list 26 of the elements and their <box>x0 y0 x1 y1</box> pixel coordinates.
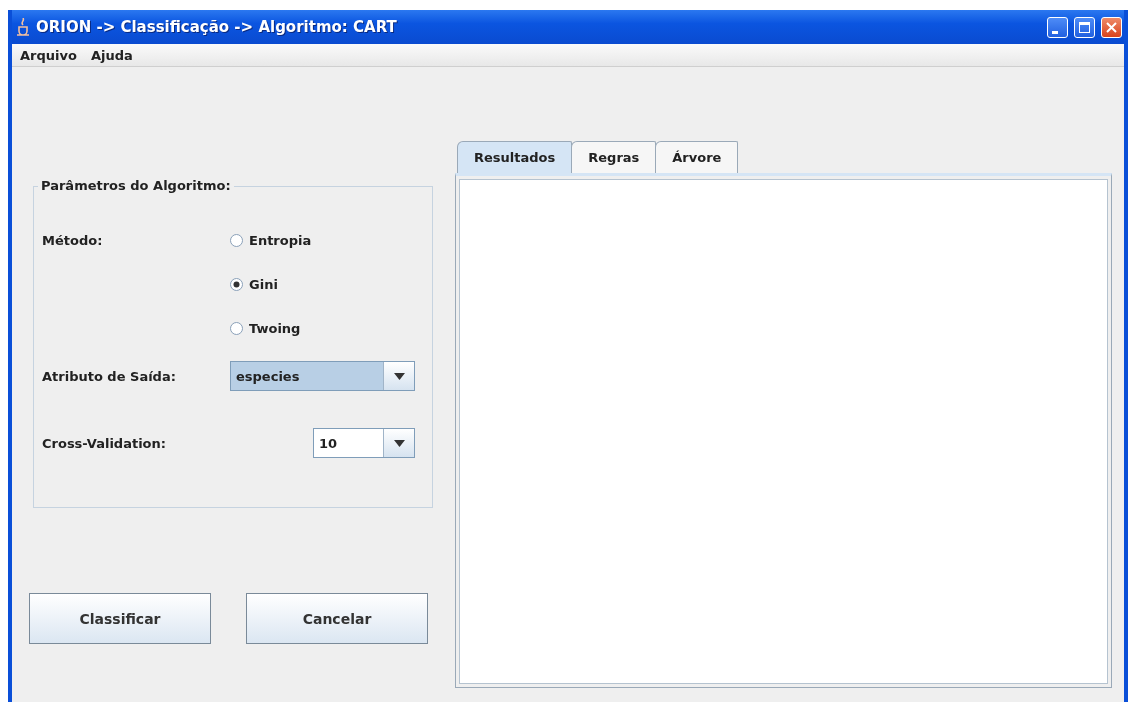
caret-icon <box>393 439 405 447</box>
close-button[interactable] <box>1101 16 1122 38</box>
radio-option[interactable]: Twoing <box>230 321 312 336</box>
menu-item[interactable]: Arquivo <box>20 47 77 63</box>
dropdown[interactable]: 10 <box>313 428 415 458</box>
menu-item[interactable]: Ajuda <box>90 47 133 63</box>
java-cup-icon <box>16 18 30 36</box>
close-icon <box>1106 21 1117 33</box>
tab[interactable]: Árvore <box>655 141 739 173</box>
minimize-button[interactable] <box>1047 16 1068 38</box>
window-title: ORION -> Classificação -> Algoritmo: CART <box>36 18 398 36</box>
radio-option[interactable]: Gini <box>230 277 312 292</box>
method-label: Método: <box>42 233 104 248</box>
maximize-button[interactable] <box>1074 16 1095 38</box>
group-title: Parâmetros do Algoritmo: <box>38 178 234 193</box>
action-button[interactable]: Cancelar <box>246 593 428 644</box>
radio-option[interactable]: Entropia <box>230 233 312 248</box>
tab[interactable]: Resultados <box>457 141 573 173</box>
action-button[interactable]: Classificar <box>29 593 211 644</box>
maximize-icon <box>1079 21 1090 33</box>
dropdown[interactable]: especies <box>230 361 415 391</box>
tab[interactable]: Regras <box>571 141 657 173</box>
field-label: Atributo de Saída: <box>42 368 177 384</box>
field-label: Cross-Validation: <box>42 435 167 451</box>
caret-icon <box>393 372 405 380</box>
minimize-icon <box>1051 30 1058 34</box>
